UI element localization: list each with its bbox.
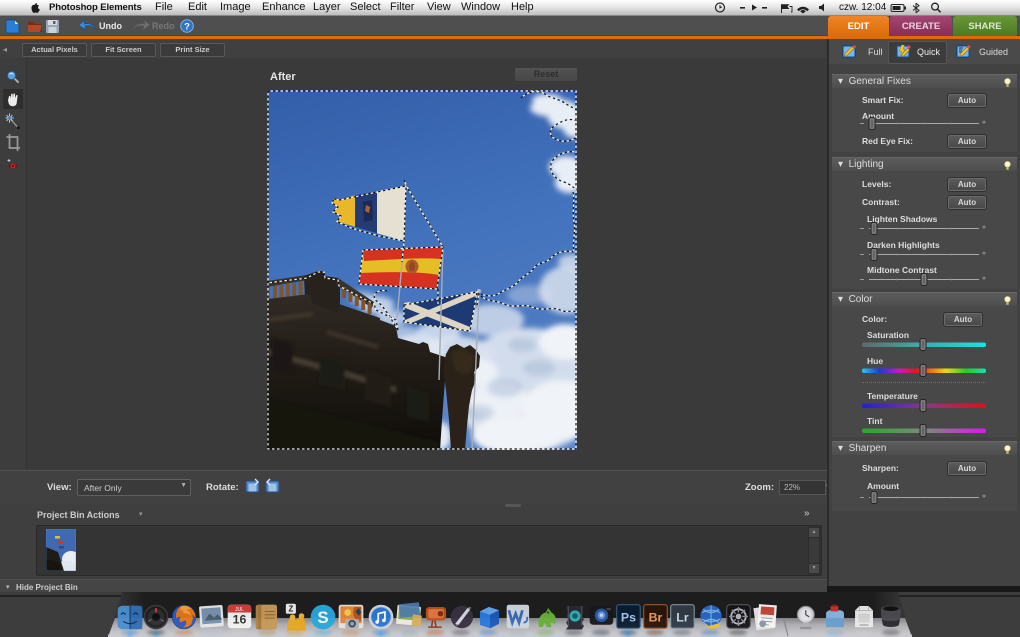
svg-text:Lr: Lr	[676, 611, 689, 625]
svg-text:Br: Br	[649, 611, 663, 625]
svg-text:JUL: JUL	[235, 607, 244, 613]
svg-text:16: 16	[233, 613, 247, 627]
svg-text:Ps: Ps	[621, 611, 636, 625]
svg-text:S: S	[317, 608, 328, 627]
svg-text:Z: Z	[288, 605, 293, 614]
svg-text:?: ?	[184, 21, 190, 32]
